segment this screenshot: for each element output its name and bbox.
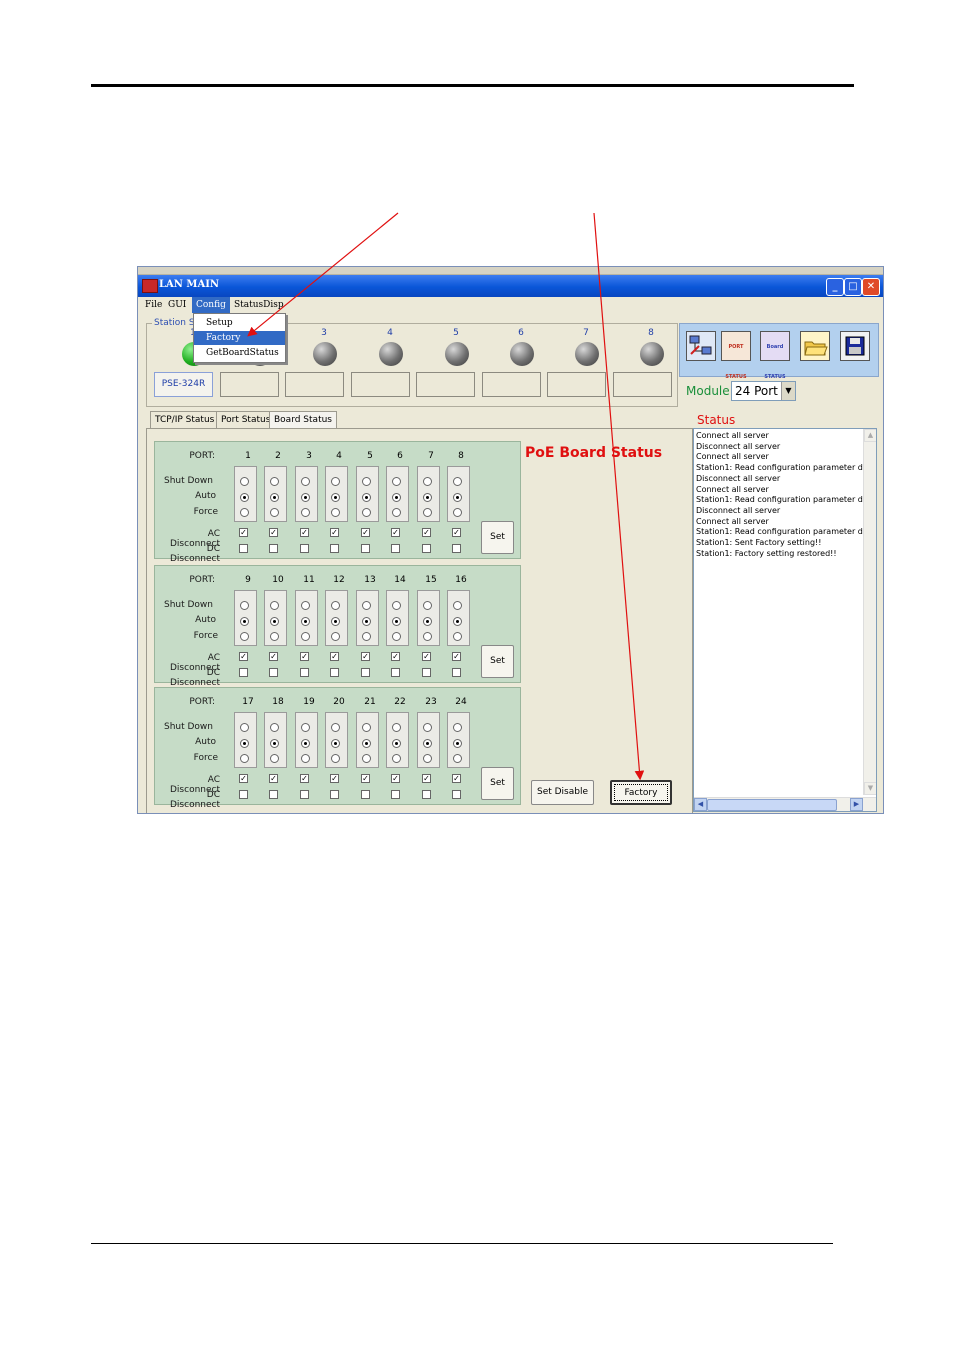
annotation-arrow-factory	[593, 212, 645, 781]
annotation-arrow-menu	[247, 212, 399, 337]
annotation-arrows	[247, 212, 645, 781]
page-bottom-rule	[91, 1243, 833, 1244]
